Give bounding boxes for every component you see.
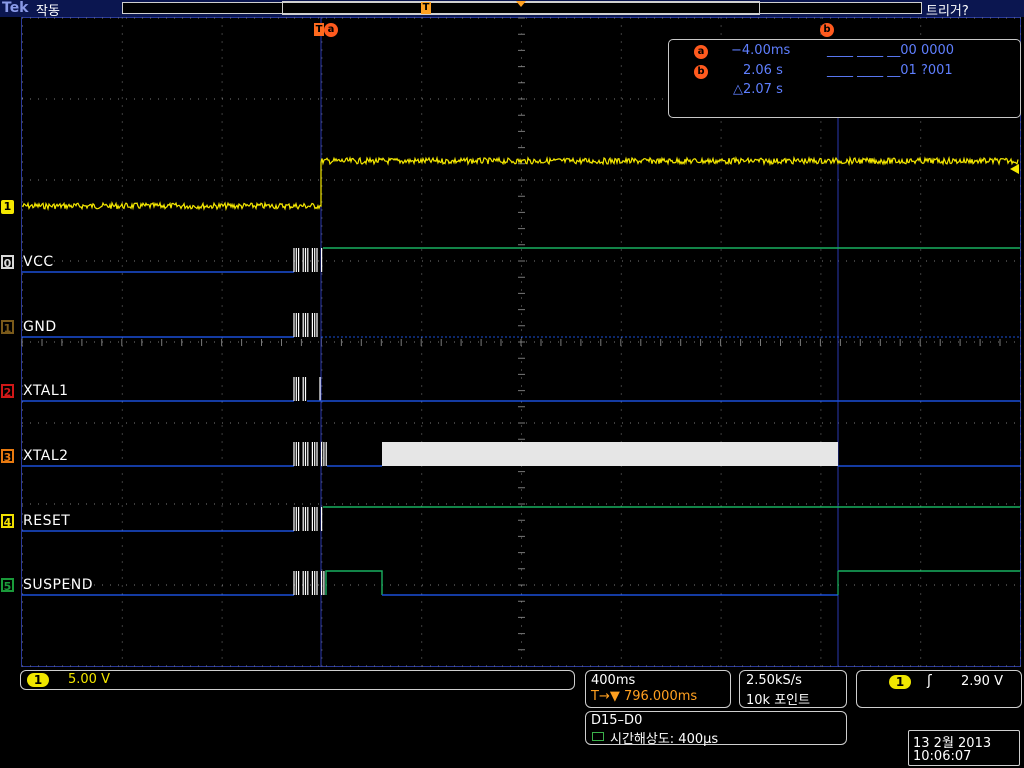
digital-mode-icon <box>592 732 604 741</box>
gnd-transition-burst <box>293 313 318 337</box>
ch1-badge: 1 <box>27 673 49 687</box>
vcc-transition-burst <box>293 248 323 272</box>
cursor-delta: △2.07 s <box>733 82 783 97</box>
ch1-analog-trace <box>21 155 1019 212</box>
sample-rate: 2.50kS/s <box>746 673 802 688</box>
trigger-panel[interactable]: 1 ʃ 2.90 V <box>856 670 1022 708</box>
cursor-a-badge: a <box>694 45 708 59</box>
date-time: 13 2월 2013 10:06:07 <box>908 730 1020 766</box>
cursor-b-handle[interactable]: b <box>820 23 834 37</box>
digital-channel-label: XTAL2 <box>23 448 69 464</box>
record-length: 10k 포인트 <box>746 693 811 708</box>
cursor-b-badge: b <box>694 65 708 79</box>
ch1-scale-panel[interactable]: 1 5.00 V <box>20 670 575 690</box>
digital-channel-marker-3[interactable]: 3 <box>1 449 14 464</box>
xtal2-fast-toggle-band <box>382 442 838 466</box>
reset-transition-burst <box>293 507 323 531</box>
ch1-ground-marker[interactable]: 1 <box>1 200 14 214</box>
cursor-readout: a −4.00ms ____ ____ __00 0000 b 2.06 s _… <box>668 39 1021 118</box>
time: 10:06:07 <box>913 749 972 764</box>
digital-channel-label: VCC <box>23 254 54 270</box>
trigger-level: 2.90 V <box>961 674 1003 689</box>
horizontal-panel[interactable]: 400ms T→▼ 796.000ms <box>585 670 731 708</box>
cursor-a-handle[interactable]: a <box>324 23 338 37</box>
digital-channel-label: GND <box>23 319 57 335</box>
cursor-a-bits: ____ ____ __00 0000 <box>827 43 955 58</box>
digital-channel-marker-5[interactable]: 5 <box>1 578 14 593</box>
digital-channel-marker-1[interactable]: 1 <box>1 320 14 335</box>
cursor-b-time: 2.06 s <box>743 63 783 78</box>
cursor-a-time: −4.00ms <box>731 43 791 58</box>
acquisition-panel[interactable]: 2.50kS/s 10k 포인트 <box>739 670 847 708</box>
cursor-b-bits: ____ ____ __01 ?001 <box>827 63 953 78</box>
suspend-pulse <box>325 570 383 595</box>
digital-resolution: 시간해상도: 400μs <box>610 732 719 747</box>
digital-channel-marker-2[interactable]: 2 <box>1 384 14 399</box>
trigger-source-badge: 1 <box>889 675 911 689</box>
digital-channel-label: RESET <box>23 513 71 529</box>
rising-edge-icon: ʃ <box>927 673 932 689</box>
cursor-a-trigger-marker-icon: T <box>314 23 324 36</box>
trigger-position: T→▼ 796.000ms <box>591 689 698 704</box>
timebase: 400ms <box>591 673 636 688</box>
ch1-scale: 5.00 V <box>68 672 110 687</box>
ch1-trigger-level-icon[interactable] <box>1010 164 1019 174</box>
digital-panel[interactable]: D15–D0 시간해상도: 400μs <box>585 711 847 747</box>
digital-channel-label: XTAL1 <box>23 383 69 399</box>
suspend-transition-burst <box>293 571 325 595</box>
xtal1-transition-burst <box>293 377 307 401</box>
digital-range: D15–D0 <box>591 713 643 728</box>
digital-channel-marker-0[interactable]: 0 <box>1 255 14 270</box>
digital-channel-label: SUSPEND <box>23 577 94 593</box>
digital-channel-marker-4[interactable]: 4 <box>1 514 14 529</box>
xtal2-transition-burst <box>293 442 327 466</box>
